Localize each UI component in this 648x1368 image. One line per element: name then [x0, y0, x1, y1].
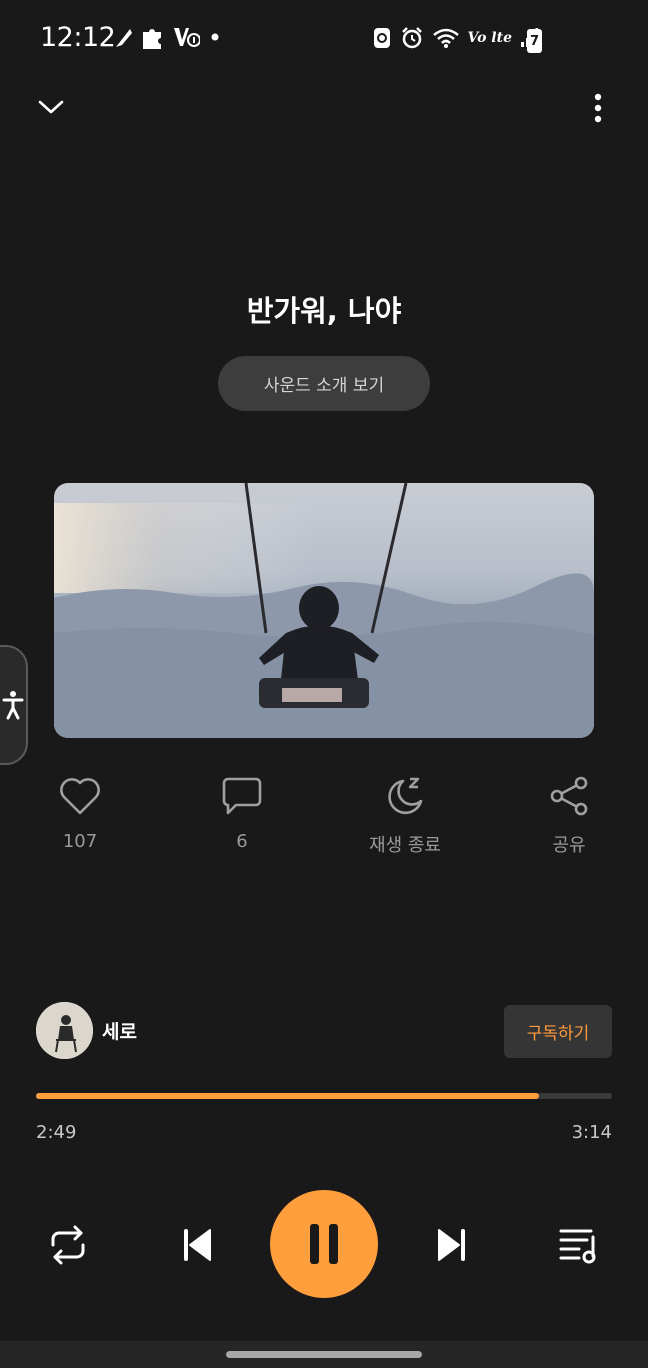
- accessibility-tab[interactable]: [0, 645, 28, 765]
- progress-bar[interactable]: [36, 1093, 612, 1099]
- subscribe-button[interactable]: 구독하기: [504, 1005, 612, 1058]
- total-time: 3:14: [571, 1122, 612, 1143]
- sleep-timer-icon: [388, 777, 423, 815]
- track-title: 반가워, 나야: [246, 294, 402, 328]
- sleep-timer-action[interactable]: 재생 종료: [350, 775, 460, 857]
- status-time: 12:12: [40, 22, 116, 53]
- dot-icon: [211, 33, 219, 41]
- playlist-button[interactable]: [551, 1220, 607, 1270]
- heart-icon: [60, 778, 100, 815]
- pause-button[interactable]: [270, 1190, 378, 1298]
- share-label: 공유: [552, 835, 586, 856]
- volte-icon: Vo lte: [467, 30, 512, 46]
- next-button[interactable]: [425, 1220, 481, 1270]
- avatar-image: [36, 1002, 93, 1059]
- share-action[interactable]: 공유: [514, 775, 624, 857]
- like-count: 107: [62, 831, 98, 852]
- repeat-button[interactable]: [40, 1220, 96, 1270]
- vpn-key-icon: [174, 28, 200, 47]
- battery-level: 7: [529, 33, 540, 49]
- previous-button[interactable]: [168, 1220, 224, 1270]
- chevron-down-icon: [38, 100, 64, 114]
- more-options-button[interactable]: [578, 88, 618, 128]
- recycle-icon: [373, 28, 390, 48]
- accessibility-icon: [2, 691, 24, 720]
- share-icon: [550, 776, 588, 816]
- more-vertical-icon: [594, 93, 602, 123]
- feather-icon: [116, 29, 132, 47]
- playlist-icon: [559, 1229, 596, 1264]
- sleep-timer-label: 재생 종료: [369, 835, 441, 856]
- creator-avatar[interactable]: [36, 1002, 93, 1059]
- current-time: 2:49: [36, 1122, 77, 1143]
- pause-icon: [310, 1224, 338, 1264]
- status-left-icons: [112, 24, 220, 50]
- album-artwork: [54, 483, 594, 738]
- previous-icon: [184, 1229, 211, 1261]
- next-icon: [438, 1229, 465, 1261]
- repeat-icon: [51, 1225, 85, 1265]
- progress-fill: [36, 1093, 539, 1099]
- artwork-image: [54, 483, 594, 738]
- comment-icon: [222, 777, 262, 815]
- alarm-icon: [401, 27, 422, 49]
- comment-count: 6: [236, 831, 248, 852]
- like-action[interactable]: 107: [25, 775, 135, 852]
- home-handle[interactable]: [226, 1351, 422, 1358]
- puzzle-icon: [143, 29, 161, 49]
- wifi-icon: [432, 28, 459, 48]
- comment-action[interactable]: 6: [187, 775, 297, 852]
- collapse-button[interactable]: [34, 90, 68, 124]
- status-right-icons: Vo lte: [372, 26, 538, 50]
- sound-intro-button[interactable]: 사운드 소개 보기: [218, 356, 430, 411]
- battery-icon: 7: [527, 29, 542, 53]
- creator-name[interactable]: 세로: [102, 1017, 137, 1044]
